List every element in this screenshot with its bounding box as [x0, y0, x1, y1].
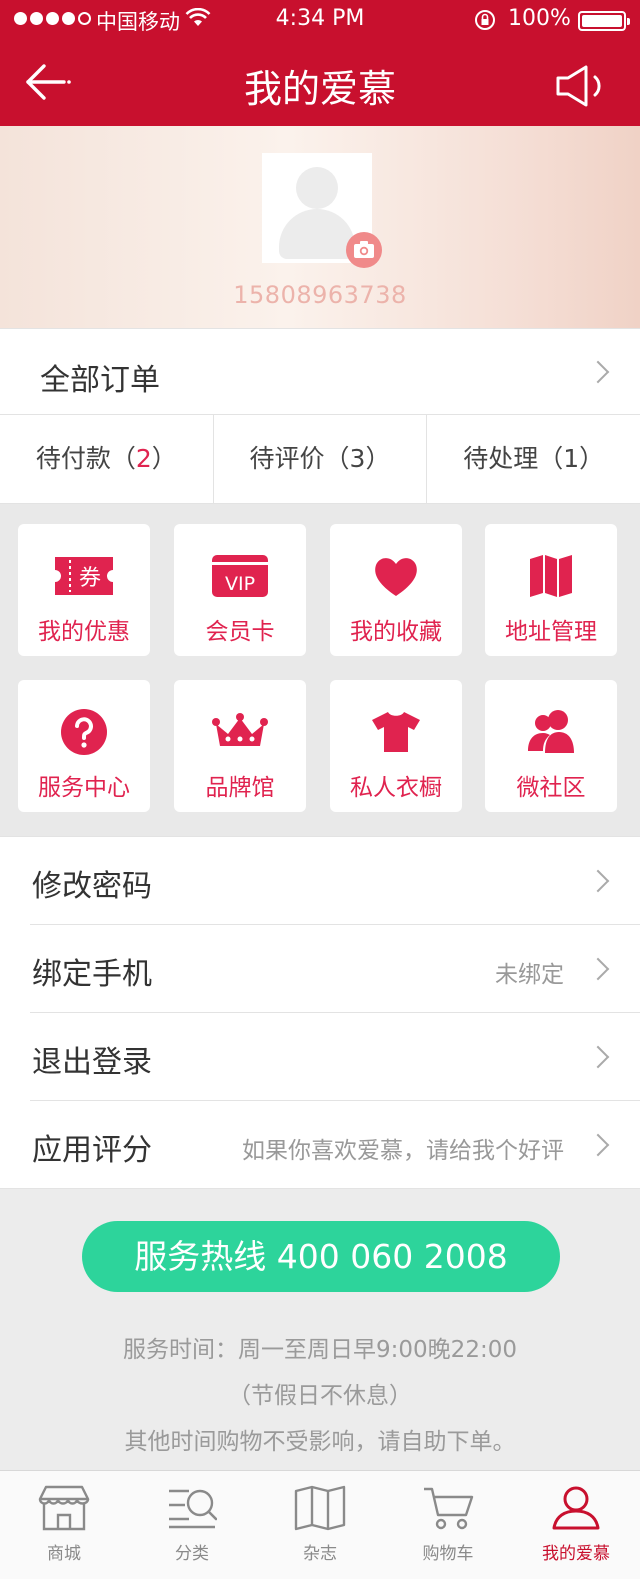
tab-pending-process[interactable]: 待处理（1）: [427, 415, 640, 503]
tab-magazine[interactable]: 杂志: [256, 1471, 384, 1579]
feature-grid: 券 我的优惠 VIP 会员卡 我的收藏 地址管理 服务中心 品牌馆 私人衣橱 微…: [0, 504, 640, 836]
phone-number: 15808963738: [233, 281, 407, 309]
tile-coupons[interactable]: 券 我的优惠: [18, 524, 150, 656]
tile-label: 私人衣橱: [350, 775, 442, 801]
user-icon: [552, 1486, 600, 1530]
change-password-row[interactable]: 修改密码: [30, 837, 640, 925]
chevron-right-icon: [586, 957, 610, 981]
tile-label: 地址管理: [505, 619, 597, 645]
tile-brand-hall[interactable]: 品牌馆: [174, 680, 306, 812]
tile-label: 我的收藏: [350, 619, 442, 645]
tile-wardrobe[interactable]: 私人衣橱: [330, 680, 462, 812]
cart-icon: [424, 1487, 474, 1530]
rate-app-row[interactable]: 应用评分 如果你喜欢爱慕，请给我个好评: [30, 1101, 640, 1189]
tab-pending-review[interactable]: 待评价（3）: [214, 415, 428, 503]
pending-review-count: 3: [349, 444, 366, 473]
holiday-note: （节假日不休息）: [228, 1383, 412, 1409]
chevron-right-icon: [586, 1133, 610, 1157]
all-orders-row[interactable]: 全部订单: [0, 328, 640, 415]
tab-pending-payment[interactable]: 待付款（2）: [0, 415, 214, 503]
tab-store[interactable]: 商城: [0, 1471, 128, 1579]
rate-app-hint: 如果你喜欢爱慕，请给我个好评: [242, 1138, 564, 1164]
bind-phone-status: 未绑定: [495, 962, 564, 988]
bottom-tab-bar: 商城 分类 杂志 购物车 我的爱慕: [0, 1470, 640, 1579]
tile-service-center[interactable]: 服务中心: [18, 680, 150, 812]
tile-label: 品牌馆: [205, 775, 275, 801]
community-icon: [528, 710, 574, 753]
self-service-note: 其他时间购物不受影响，请自助下单。: [124, 1429, 516, 1455]
tile-label: 我的优惠: [38, 619, 130, 645]
question-icon: [61, 709, 107, 755]
svg-text:VIP: VIP: [225, 573, 255, 595]
speaker-icon[interactable]: [554, 64, 610, 108]
pending-payment-count: 2: [135, 444, 152, 473]
store-icon: [38, 1485, 90, 1531]
heart-icon: [375, 558, 417, 596]
chevron-right-icon: [586, 869, 610, 893]
status-bar: 中国移动 4:34 PM 100%: [0, 0, 640, 40]
tile-vip-card[interactable]: VIP 会员卡: [174, 524, 306, 656]
tab-cart[interactable]: 购物车: [384, 1471, 512, 1579]
profile-header: 15808963738: [0, 126, 640, 328]
tile-community[interactable]: 微社区: [485, 680, 617, 812]
hotline-button[interactable]: 服务热线 400 060 2008: [82, 1221, 560, 1292]
battery-percent: 100%: [508, 6, 571, 31]
tab-my-aimer[interactable]: 我的爱慕: [512, 1471, 640, 1579]
chevron-right-icon: [586, 1045, 610, 1069]
category-search-icon: [169, 1489, 217, 1529]
rotation-lock-icon: [475, 10, 495, 30]
settings-list: 修改密码 绑定手机 未绑定 退出登录 应用评分 如果你喜欢爱慕，请给我个好评: [0, 836, 640, 1189]
map-icon: [530, 555, 572, 597]
logout-row[interactable]: 退出登录: [30, 1013, 640, 1101]
tile-label: 会员卡: [205, 619, 275, 645]
chevron-right-icon: [586, 360, 610, 384]
camera-icon[interactable]: [346, 232, 382, 268]
pending-process-count: 1: [563, 444, 580, 473]
order-status-tabs: 待付款（2） 待评价（3） 待处理（1）: [0, 415, 640, 504]
tab-category[interactable]: 分类: [128, 1471, 256, 1579]
tile-address[interactable]: 地址管理: [485, 524, 617, 656]
svg-text:券: 券: [79, 566, 101, 591]
magazine-icon: [294, 1485, 346, 1531]
battery-icon: [578, 11, 630, 31]
page-title: 我的爱慕: [243, 67, 396, 111]
crown-icon: [212, 713, 268, 746]
bind-phone-row[interactable]: 绑定手机 未绑定: [30, 925, 640, 1013]
tile-label: 服务中心: [38, 775, 130, 801]
all-orders-label: 全部订单: [40, 363, 160, 398]
top-bar: 中国移动 4:34 PM 100% 我的爱慕: [0, 0, 640, 126]
vip-card-icon: VIP: [212, 555, 268, 597]
coupon-icon: 券: [55, 557, 113, 595]
service-hours: 服务时间：周一至周日早9:00晚22:00: [123, 1337, 517, 1363]
shirt-icon: [372, 712, 420, 752]
tile-label: 微社区: [516, 775, 586, 801]
tile-favorites[interactable]: 我的收藏: [330, 524, 462, 656]
